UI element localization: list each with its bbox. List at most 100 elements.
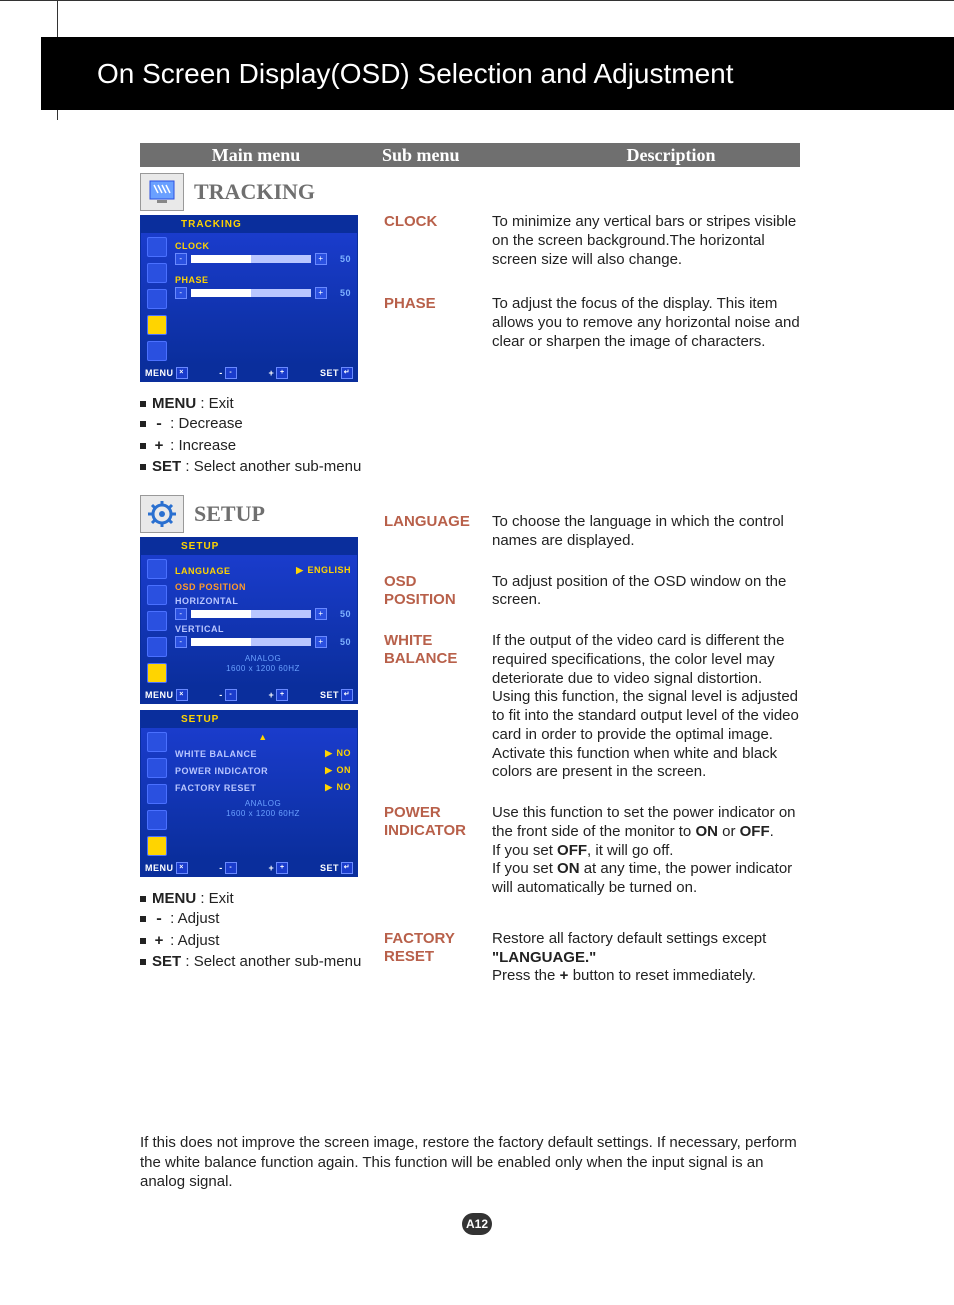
plus-icon: + bbox=[315, 287, 327, 299]
osd-footer-plus-label: + bbox=[268, 368, 274, 378]
osd-white-balance-label: WHITE BALANCE bbox=[175, 749, 257, 759]
legend-menu-text: : Exit bbox=[196, 890, 234, 907]
osd-horizontal-row: HORIZONTAL - + 50 bbox=[175, 596, 351, 620]
bullet-icon bbox=[140, 938, 146, 944]
power-indicator-text: If you set bbox=[492, 842, 557, 859]
setup-icon bbox=[140, 495, 184, 533]
bullet-icon bbox=[140, 916, 146, 922]
column-header-main: Main menu bbox=[140, 145, 372, 166]
slider-track bbox=[191, 638, 311, 646]
osd-power-indicator-value: ON bbox=[337, 765, 352, 775]
text-off: OFF bbox=[557, 842, 587, 859]
white-balance-description: If the output of the video card is diffe… bbox=[492, 632, 804, 782]
legend-menu-label: MENU bbox=[152, 890, 196, 907]
legend-plus-label: + bbox=[152, 932, 166, 952]
osd-side-icon bbox=[147, 559, 167, 579]
osd-footer: MENU× -- ++ SET↵ bbox=[141, 687, 357, 703]
legend-minus-label: - bbox=[152, 910, 166, 930]
setup-descriptions: LANGUAGE To choose the language in which… bbox=[384, 501, 804, 987]
osd-horizontal-label: HORIZONTAL bbox=[175, 596, 238, 606]
phase-description: To adjust the focus of the display. This… bbox=[492, 295, 804, 351]
osd-main-column: CLOCK - + 50 PHASE - bbox=[169, 237, 351, 361]
osd-position-sub-label: OSD POSITION bbox=[384, 573, 492, 611]
legend-row: MENU : Exit bbox=[140, 394, 800, 414]
osd-position-description: To adjust position of the OSD window on … bbox=[492, 573, 804, 611]
page-number-badge: A12 bbox=[462, 1213, 492, 1235]
osd-info-line1: ANALOG bbox=[175, 654, 351, 664]
arrow-right-icon: ▶ bbox=[296, 565, 303, 575]
osd-body: LANGUAGE ▶ENGLISH OSD POSITION HORIZONTA… bbox=[141, 555, 357, 687]
osd-footer-plus-label: + bbox=[268, 863, 274, 873]
osd-side-icons bbox=[145, 732, 169, 856]
osd-side-icon-selected bbox=[147, 663, 167, 683]
legend-plus-text: : Adjust bbox=[166, 932, 219, 949]
legend-menu-text: : Exit bbox=[196, 395, 234, 412]
plus-icon: + bbox=[276, 689, 288, 701]
text-on: ON bbox=[557, 860, 580, 877]
osd-main-column: LANGUAGE ▶ENGLISH OSD POSITION HORIZONTA… bbox=[169, 559, 351, 683]
osd-title: TRACKING bbox=[141, 216, 357, 233]
osd-factory-reset-label: FACTORY RESET bbox=[175, 783, 256, 793]
osd-footer-plus-label: + bbox=[268, 690, 274, 700]
osd-horizontal-slider: - + 50 bbox=[175, 608, 351, 620]
plus-symbol: + bbox=[560, 968, 569, 985]
setup-osd-screenshot-1: SETUP LANGUAGE ▶ENGLISH OSD bbox=[140, 537, 358, 704]
osd-info-line2: 1600 x 1200 60HZ bbox=[175, 664, 351, 674]
osd-info-line2: 1600 x 1200 60HZ bbox=[175, 809, 351, 819]
osd-info: ANALOG 1600 x 1200 60HZ bbox=[175, 799, 351, 818]
clock-description: To minimize any vertical bars or stripes… bbox=[492, 213, 804, 269]
osd-footer-set: SET↵ bbox=[320, 689, 353, 701]
osd-side-icon bbox=[147, 732, 167, 752]
osd-phase-row: PHASE - + 50 bbox=[175, 275, 351, 299]
bullet-icon bbox=[140, 401, 146, 407]
setup-osd-screenshot-2: SETUP ▲ WHITE BALANCE ▶NO bbox=[140, 710, 358, 877]
osd-power-indicator-row: POWER INDICATOR ▶ON bbox=[175, 765, 351, 776]
plus-icon: + bbox=[315, 608, 327, 620]
plus-icon: + bbox=[315, 253, 327, 265]
osd-title: SETUP bbox=[141, 538, 357, 555]
osd-footer: MENU× -- ++ SET↵ bbox=[141, 365, 357, 381]
osd-white-balance-value: NO bbox=[337, 748, 352, 758]
tracking-icon bbox=[140, 173, 184, 211]
osd-footer-minus: -- bbox=[219, 689, 237, 701]
osd-footer-menu-label: MENU bbox=[145, 368, 174, 378]
osd-power-indicator-label: POWER INDICATOR bbox=[175, 766, 268, 776]
legend-row: - : Decrease bbox=[140, 414, 800, 435]
footnote: If this does not improve the screen imag… bbox=[140, 1133, 800, 1192]
osd-position-label: OSD POSITION bbox=[175, 582, 246, 592]
osd-language-value: ENGLISH bbox=[307, 565, 351, 575]
osd-footer-minus: -- bbox=[219, 367, 237, 379]
clock-sub-label: CLOCK bbox=[384, 213, 492, 269]
slider-track bbox=[191, 610, 311, 618]
osd-side-icon bbox=[147, 637, 167, 657]
osd-side-icon bbox=[147, 810, 167, 830]
bullet-icon bbox=[140, 421, 146, 427]
osd-side-icon-selected bbox=[147, 836, 167, 856]
osd-footer-minus-label: - bbox=[219, 368, 223, 378]
legend-minus-label: - bbox=[152, 415, 166, 435]
osd-phase-slider: - + 50 bbox=[175, 287, 351, 299]
plus-icon: + bbox=[315, 636, 327, 648]
osd-footer-minus-label: - bbox=[219, 863, 223, 873]
osd-phase-label: PHASE bbox=[175, 275, 209, 285]
page-title-bar: On Screen Display(OSD) Selection and Adj… bbox=[41, 37, 954, 110]
osd-body: ▲ WHITE BALANCE ▶NO POWER INDICATOR ▶ON … bbox=[141, 728, 357, 860]
osd-footer-menu: MENU× bbox=[145, 862, 188, 874]
bullet-icon bbox=[140, 464, 146, 470]
phase-row: PHASE To adjust the focus of the display… bbox=[384, 295, 804, 351]
legend-minus-text: : Decrease bbox=[166, 415, 243, 432]
minus-icon: - bbox=[175, 287, 187, 299]
minus-icon: - bbox=[175, 253, 187, 265]
osd-position-row: OSD POSITION To adjust position of the O… bbox=[384, 573, 804, 611]
tracking-legend: MENU : Exit - : Decrease + : Increase SE… bbox=[140, 394, 800, 477]
osd-footer-menu: MENU× bbox=[145, 367, 188, 379]
factory-reset-sub-label: FACTORY RESET bbox=[384, 930, 492, 987]
minus-icon: - bbox=[175, 608, 187, 620]
clock-row: CLOCK To minimize any vertical bars or s… bbox=[384, 213, 804, 269]
osd-vertical-value: 50 bbox=[331, 637, 351, 647]
text-off: OFF bbox=[740, 823, 770, 840]
power-indicator-text: , it will go off. bbox=[587, 842, 673, 859]
osd-info: ANALOG 1600 x 1200 60HZ bbox=[175, 654, 351, 673]
osd-side-icon bbox=[147, 237, 167, 257]
language-sub-label: LANGUAGE bbox=[384, 513, 492, 551]
